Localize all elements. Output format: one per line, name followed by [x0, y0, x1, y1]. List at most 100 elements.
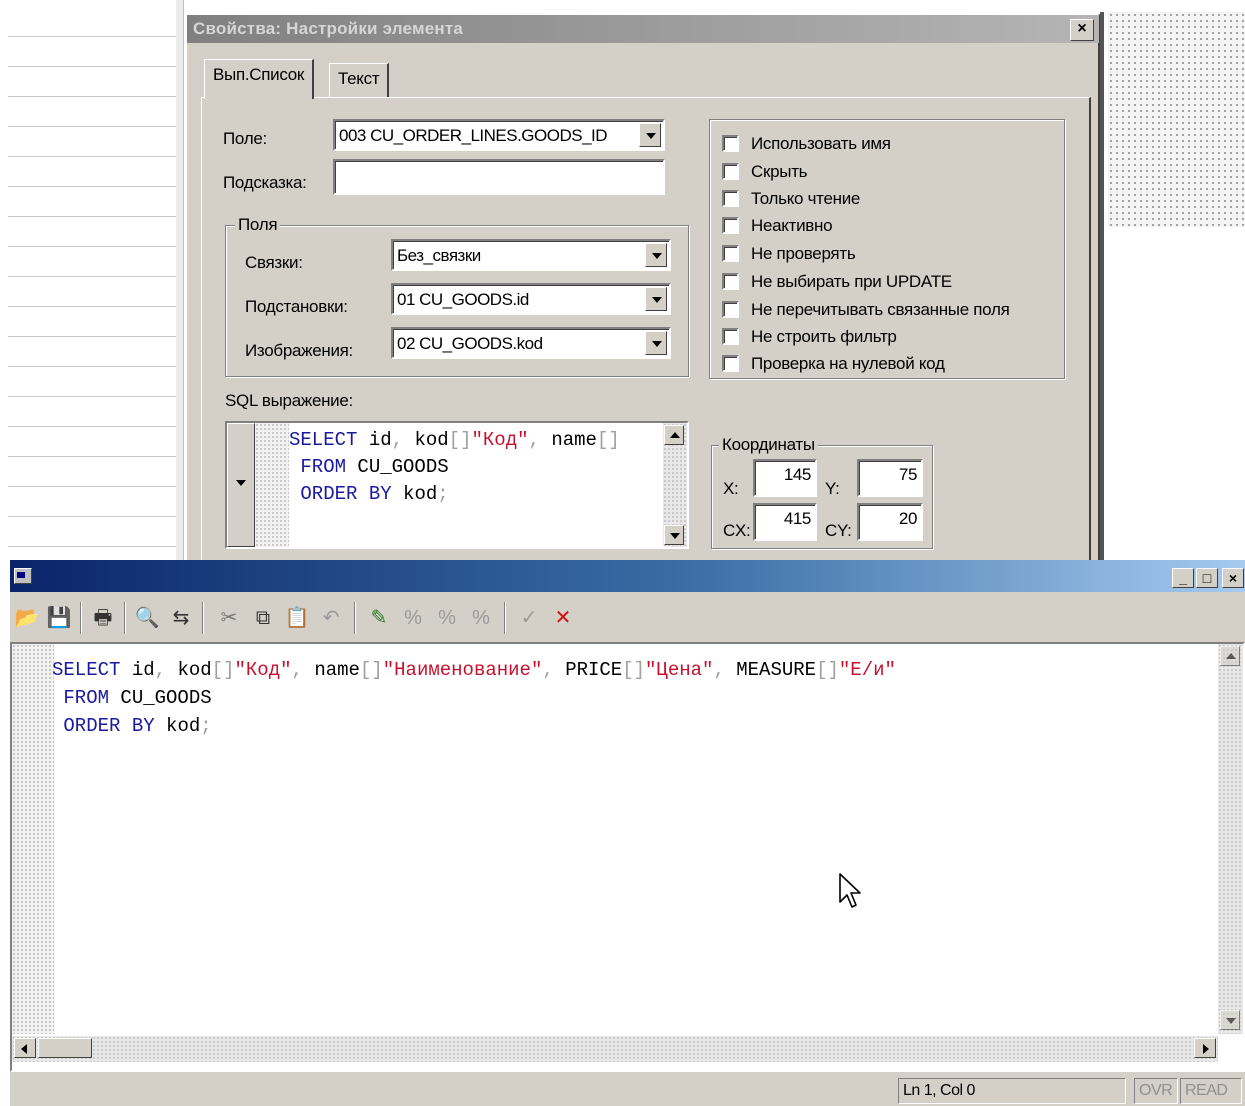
format-icon-2[interactable]: % — [432, 602, 462, 634]
undo-icon[interactable]: ↶ — [316, 602, 346, 634]
display-combo[interactable]: 02 CU_GOODS.kod — [391, 327, 671, 359]
sql-identifier: id — [368, 429, 392, 451]
cancel-icon[interactable]: ✕ — [548, 602, 578, 634]
display-label: Изображения: — [245, 341, 353, 360]
sql-punct: [] — [211, 659, 235, 681]
substitutions-combo-arrow-icon[interactable] — [645, 287, 667, 311]
display-combo-value: 02 CU_GOODS.kod — [397, 334, 543, 353]
sql-keyword: BY — [368, 483, 392, 505]
checkbox-box[interactable] — [722, 273, 739, 290]
x-input[interactable]: 145 — [753, 459, 817, 497]
editor-scroll-down-icon[interactable] — [1220, 1010, 1240, 1030]
sql-identifier: name — [551, 429, 597, 451]
checkbox-label: Использовать имя — [751, 134, 891, 153]
links-combo-arrow-icon[interactable] — [645, 243, 667, 267]
replace-icon[interactable]: ⇆ — [166, 602, 196, 634]
editor-vertical-scrollbar[interactable] — [1218, 644, 1243, 1034]
toolbar-separator — [354, 602, 356, 634]
cx-input[interactable]: 415 — [753, 503, 817, 541]
checkbox-no-validate[interactable]: Не проверять — [722, 244, 856, 268]
field-label: Поле: — [223, 129, 267, 148]
sql-punct: [] — [816, 659, 839, 681]
editor-line-1: SELECT id, kod[]"Код", name[]"Наименован… — [52, 656, 1216, 684]
links-combo-value: Без_связки — [397, 246, 481, 265]
dialog-title: Свойства: Настройки элемента — [187, 15, 1099, 43]
apply-icon[interactable]: ✓ — [514, 602, 544, 634]
sql-identifier: kod — [403, 483, 438, 505]
checkbox-label: Не выбирать при UPDATE — [751, 272, 952, 291]
editor-gutter — [12, 644, 54, 1034]
sql-expression-box[interactable]: SELECT id, kod[]"Код", name[] FROM CU_GO… — [225, 421, 689, 549]
checkbox-inactive[interactable]: Неактивно — [722, 216, 833, 240]
links-combo[interactable]: Без_связки — [391, 239, 671, 271]
hint-input[interactable] — [333, 159, 665, 195]
checkbox-no-select-on-update[interactable]: Не выбирать при UPDATE — [722, 272, 952, 296]
sql-expand-button[interactable] — [227, 423, 255, 547]
y-input[interactable]: 75 — [857, 459, 923, 497]
editor-code[interactable]: SELECT id, kod[]"Код", name[]"Наименован… — [52, 656, 1216, 1026]
save-icon[interactable]: 💾 — [44, 602, 74, 634]
sql-scroll-down-icon[interactable] — [664, 525, 684, 545]
editor-text-area[interactable]: SELECT id, kod[]"Код", name[]"Наименован… — [10, 642, 1245, 1072]
print-icon[interactable]: 🖶 — [88, 602, 118, 634]
checkbox-label: Не перечитывать связанные поля — [751, 300, 1010, 319]
background-dotted-grid — [1108, 12, 1245, 227]
checkbox-hide[interactable]: Скрыть — [722, 162, 808, 186]
y-label: Y: — [825, 479, 840, 498]
highlight-icon[interactable]: ✎ — [364, 602, 394, 634]
editor-scroll-up-icon[interactable] — [1220, 646, 1240, 666]
find-icon[interactable]: 🔍 — [132, 602, 162, 634]
checkbox-read-only[interactable]: Только чтение — [722, 189, 860, 213]
tab-dropdown-list[interactable]: Вып.Список — [204, 59, 315, 99]
checkbox-use-name[interactable]: Использовать имя — [722, 134, 891, 158]
copy-icon[interactable]: ⧉ — [248, 602, 278, 634]
sql-scroll-up-icon[interactable] — [664, 425, 684, 445]
display-combo-arrow-icon[interactable] — [645, 331, 667, 355]
sql-line-1: SELECT id, kod[]"Код", name[] — [289, 427, 663, 454]
sql-identifier: MEASURE — [736, 659, 817, 681]
maximize-button[interactable]: □ — [1196, 568, 1218, 588]
checkbox-box[interactable] — [722, 328, 739, 345]
editor-horizontal-scrollbar[interactable] — [12, 1036, 1218, 1062]
read-indicator: READ — [1180, 1078, 1242, 1104]
paste-icon[interactable]: 📋 — [282, 602, 312, 634]
sql-string: "Наименование" — [382, 659, 543, 681]
field-combo-arrow-icon[interactable] — [639, 123, 661, 147]
checkbox-zero-code-check[interactable]: Проверка на нулевой код — [722, 354, 945, 378]
cut-icon[interactable]: ✂ — [214, 602, 244, 634]
checkbox-box[interactable] — [722, 301, 739, 318]
checkbox-box[interactable] — [722, 245, 739, 262]
sql-label: SQL выражение: — [225, 391, 353, 410]
sql-preview-code[interactable]: SELECT id, kod[]"Код", name[] FROM CU_GO… — [289, 427, 663, 547]
editor-scroll-left-icon[interactable] — [14, 1038, 36, 1058]
toolbar-separator — [202, 602, 204, 634]
sql-vertical-scrollbar[interactable] — [663, 423, 687, 547]
format-icon-3[interactable]: % — [466, 602, 496, 634]
close-button[interactable]: × — [1222, 568, 1244, 588]
toolbar-separator — [80, 602, 82, 634]
tab-text[interactable]: Текст — [329, 63, 390, 97]
dialog-close-button[interactable]: × — [1070, 19, 1094, 41]
field-combo[interactable]: 003 CU_ORDER_LINES.GOODS_ID — [333, 119, 665, 151]
sql-string: "Код" — [234, 659, 292, 681]
checkbox-box[interactable] — [722, 217, 739, 234]
sql-string: "Цена" — [645, 659, 714, 681]
format-icon-1[interactable]: % — [398, 602, 428, 634]
editor-scroll-right-icon[interactable] — [1194, 1038, 1216, 1058]
checkbox-box[interactable] — [722, 135, 739, 152]
sql-keyword: ORDER — [300, 483, 358, 505]
checkbox-no-reread-linked[interactable]: Не перечитывать связанные поля — [722, 300, 1010, 324]
checkbox-box[interactable] — [722, 163, 739, 180]
sql-keyword: ORDER — [63, 715, 121, 737]
editor-scroll-thumb[interactable] — [38, 1038, 92, 1058]
minimize-button[interactable]: _ — [1172, 568, 1194, 588]
open-icon[interactable]: 📂 — [12, 602, 42, 634]
substitutions-combo[interactable]: 01 CU_GOODS.id — [391, 283, 671, 315]
sql-string: "Код" — [471, 429, 529, 451]
checkbox-box[interactable] — [722, 190, 739, 207]
checkbox-box[interactable] — [722, 355, 739, 372]
cy-input[interactable]: 20 — [857, 503, 923, 541]
checkbox-no-filter[interactable]: Не строить фильтр — [722, 327, 897, 351]
editor-title-bar[interactable]: _ □ × — [10, 560, 1245, 592]
sql-line-2: FROM CU_GOODS — [289, 454, 663, 481]
